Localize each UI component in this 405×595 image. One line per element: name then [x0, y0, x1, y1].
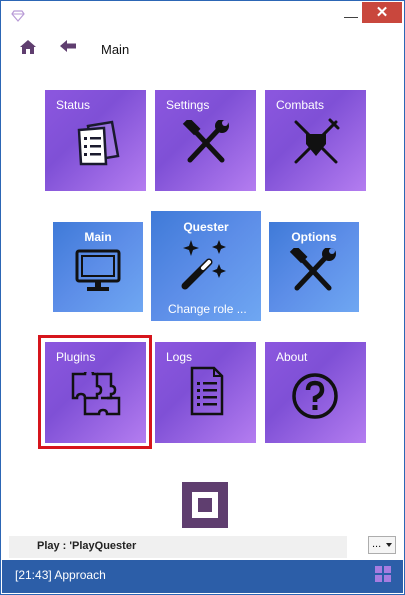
tile-about[interactable]: About — [265, 342, 366, 443]
tile-main[interactable]: Main — [53, 222, 143, 312]
document-list-icon — [76, 120, 120, 171]
tile-label: Logs — [166, 350, 193, 364]
minimize-button[interactable]: — — [339, 9, 363, 23]
question-circle-icon — [291, 372, 339, 425]
tools-icon — [289, 245, 337, 299]
tools-icon — [182, 117, 230, 171]
status-bar: [21:43] Approach — [2, 560, 403, 593]
stop-button[interactable] — [182, 482, 228, 528]
tile-logs[interactable]: Logs — [155, 342, 256, 443]
status-text: [21:43] Approach — [15, 568, 106, 582]
back-arrow-icon[interactable] — [59, 39, 77, 58]
grid-icon[interactable] — [375, 566, 391, 587]
tile-quester[interactable]: Quester Change role ... — [151, 211, 261, 321]
tile-label: About — [276, 350, 308, 364]
page-title: Main — [101, 42, 130, 57]
navigation-bar: Main — [1, 31, 404, 67]
play-profile-label: Play : 'PlayQuester — [37, 540, 137, 552]
tile-label: Combats — [276, 98, 325, 112]
close-button[interactable]: ✕ — [362, 2, 402, 23]
magic-wand-icon — [181, 238, 231, 295]
tile-label: Quester — [183, 220, 229, 234]
tile-label: Settings — [166, 98, 210, 112]
stop-icon — [192, 492, 218, 518]
chevron-down-icon — [386, 543, 392, 547]
more-options-dropdown[interactable]: ... — [368, 536, 396, 554]
dropdown-value: ... — [372, 538, 382, 550]
monitor-icon — [75, 249, 121, 298]
play-bar: Play : 'PlayQuester — [9, 536, 347, 558]
tile-settings[interactable]: Settings — [155, 90, 256, 191]
tile-options[interactable]: Options — [269, 222, 359, 312]
tile-label: Main — [84, 230, 112, 244]
change-role-link[interactable]: Change role ... — [168, 302, 247, 316]
tile-status[interactable]: Status — [45, 90, 146, 191]
document-lines-icon — [190, 366, 224, 421]
title-bar: — ✕ — [1, 1, 404, 31]
tile-label: Options — [291, 230, 337, 244]
diamond-icon — [11, 9, 25, 27]
tile-combats[interactable]: Combats — [265, 90, 366, 191]
app-window: — ✕ Main Status Settings Combats Main Qu… — [0, 0, 405, 595]
crossed-swords-shield-icon — [292, 118, 340, 171]
home-icon[interactable] — [19, 39, 37, 60]
tile-label: Status — [56, 98, 91, 112]
selection-highlight — [38, 335, 152, 449]
